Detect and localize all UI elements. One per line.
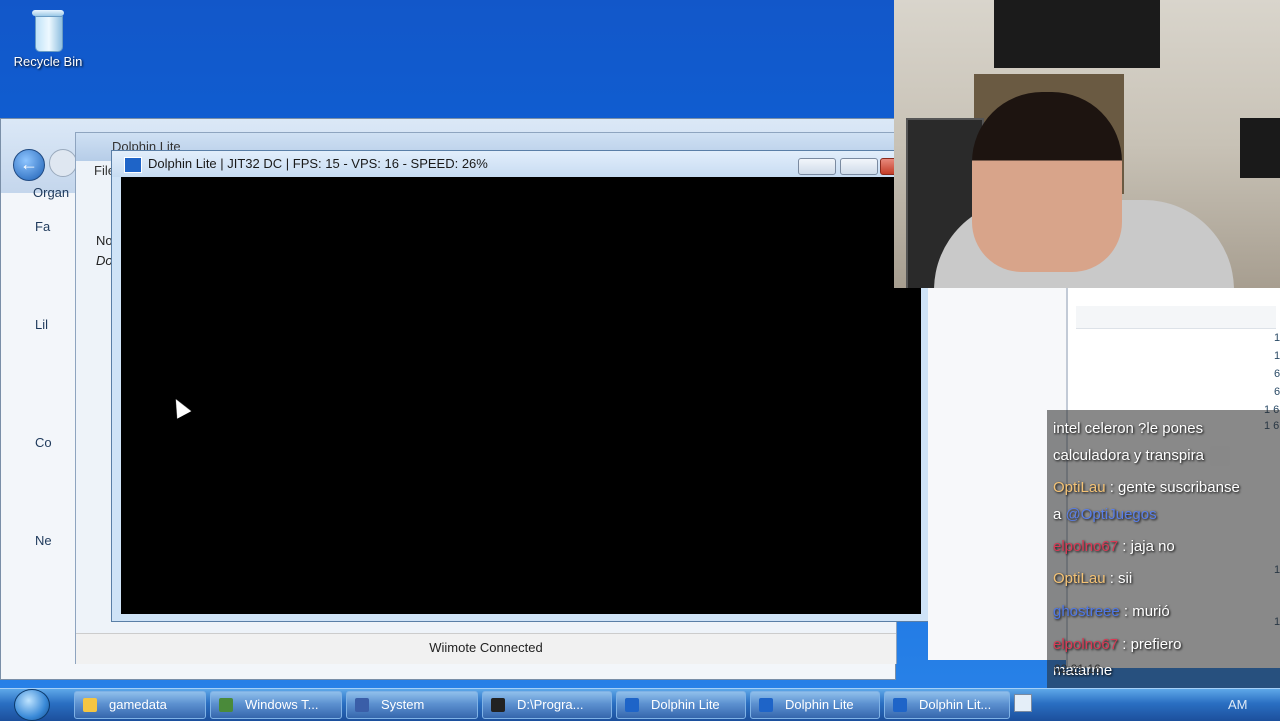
chat-message: a @OptiJuegos (1053, 506, 1157, 523)
chat-username: elpolno67 (1053, 538, 1119, 555)
chat-text: intel celeron ?le pones (1053, 420, 1204, 437)
webcam-overlay (894, 0, 1280, 288)
sidebar-item-computer[interactable]: Co (35, 435, 52, 450)
clock[interactable]: AM (1228, 697, 1248, 712)
chat-username: ghostreee (1053, 603, 1120, 620)
back-arrow-icon[interactable]: ← (13, 149, 45, 181)
chat-message: calculadora y transpira (1053, 446, 1230, 466)
right-number-3: 6 (1274, 368, 1280, 380)
dolphin-icon (124, 157, 142, 173)
windows-logo-icon (14, 689, 50, 721)
taskbar-item-dolphin-2[interactable]: Dolphin Lite (750, 691, 880, 719)
tv-shape (994, 0, 1160, 68)
chat-text: calculadora y transpira (1053, 446, 1204, 464)
chat-text: : murió (1119, 603, 1170, 620)
minimize-button[interactable] (798, 158, 836, 175)
right-number-1: 1 (1274, 332, 1280, 344)
chat-timestamp: 02:21:16 (1054, 662, 1101, 676)
chat-message: ghostreee : murió (1053, 603, 1170, 620)
taskbar-label: Dolphin Lit... (919, 697, 992, 712)
chat-text: : gente suscribanse (1105, 479, 1240, 496)
chat-text: : prefiero (1118, 636, 1182, 653)
chat-username: OptiLau (1053, 570, 1106, 587)
start-button[interactable] (10, 688, 54, 721)
chat-message: elpolno67 : jaja no (1053, 538, 1175, 555)
taskbar-item-gamedata[interactable]: gamedata (74, 691, 206, 719)
status-bar: Wiimote Connected (76, 633, 896, 664)
chat-username: OptiLau (1053, 479, 1106, 496)
taskbar-label: gamedata (109, 697, 167, 712)
dolphin-icon (625, 698, 639, 712)
tray-icon[interactable] (1014, 694, 1032, 712)
sidebar-item-network[interactable]: Ne (35, 533, 52, 548)
organize-menu[interactable]: Organ (33, 185, 69, 200)
taskbar-label: Windows T... (245, 697, 319, 712)
taskbar-label: Dolphin Lite (651, 697, 720, 712)
forward-arrow-icon[interactable] (49, 149, 77, 177)
maximize-button[interactable] (840, 158, 878, 175)
task-manager-icon (219, 698, 233, 712)
taskbar-item-dolphin-3[interactable]: Dolphin Lit... (884, 691, 1010, 719)
game-screen[interactable] (121, 177, 921, 614)
render-window-title: Dolphin Lite | JIT32 DC | FPS: 15 - VPS:… (148, 156, 488, 171)
monitor-shape (1240, 118, 1280, 178)
recycle-bin-icon (28, 8, 68, 52)
person-head (972, 92, 1122, 272)
sidebar-item-libraries[interactable]: Lil (35, 317, 48, 332)
emote-icon (1209, 446, 1230, 466)
chat-message: intel celeron ?le pones (1053, 420, 1203, 437)
render-window-titlebar[interactable]: Dolphin Lite | JIT32 DC | FPS: 15 - VPS:… (112, 151, 930, 177)
render-window[interactable]: Dolphin Lite | JIT32 DC | FPS: 15 - VPS:… (111, 150, 931, 622)
console-icon (491, 698, 505, 712)
chat-message: elpolno67 : prefiero (1053, 636, 1181, 653)
chat-mention: @OptiJuegos (1065, 506, 1157, 523)
recycle-bin[interactable]: Recycle Bin (8, 6, 88, 69)
chat-text: : jaja no (1118, 538, 1175, 555)
dolphin-icon (759, 698, 773, 712)
star-icon (37, 219, 51, 231)
background-window-bar (1076, 306, 1276, 329)
folder-icon (83, 698, 97, 712)
taskbar-item-system[interactable]: System (346, 691, 478, 719)
dolphin-icon (893, 698, 907, 712)
taskbar-label: System (381, 697, 425, 712)
right-number-2: 1 (1274, 350, 1280, 362)
taskbar-item-dolphin-1[interactable]: Dolphin Lite (616, 691, 746, 719)
taskbar-item-task-manager[interactable]: Windows T... (210, 691, 342, 719)
taskbar-item-console[interactable]: D:\Progra... (482, 691, 612, 719)
right-number-4: 6 (1274, 386, 1280, 398)
recycle-bin-label: Recycle Bin (13, 54, 83, 69)
chat-text: a (1053, 506, 1066, 523)
system-icon (355, 698, 369, 712)
chat-text: : sii (1105, 570, 1133, 587)
chat-message: OptiLau : sii (1053, 570, 1132, 587)
taskbar-label: D:\Progra... (517, 697, 584, 712)
chat-message: OptiLau : gente suscribanse (1053, 479, 1240, 496)
taskbar-label: Dolphin Lite (785, 697, 854, 712)
chat-username: elpolno67 (1053, 636, 1119, 653)
